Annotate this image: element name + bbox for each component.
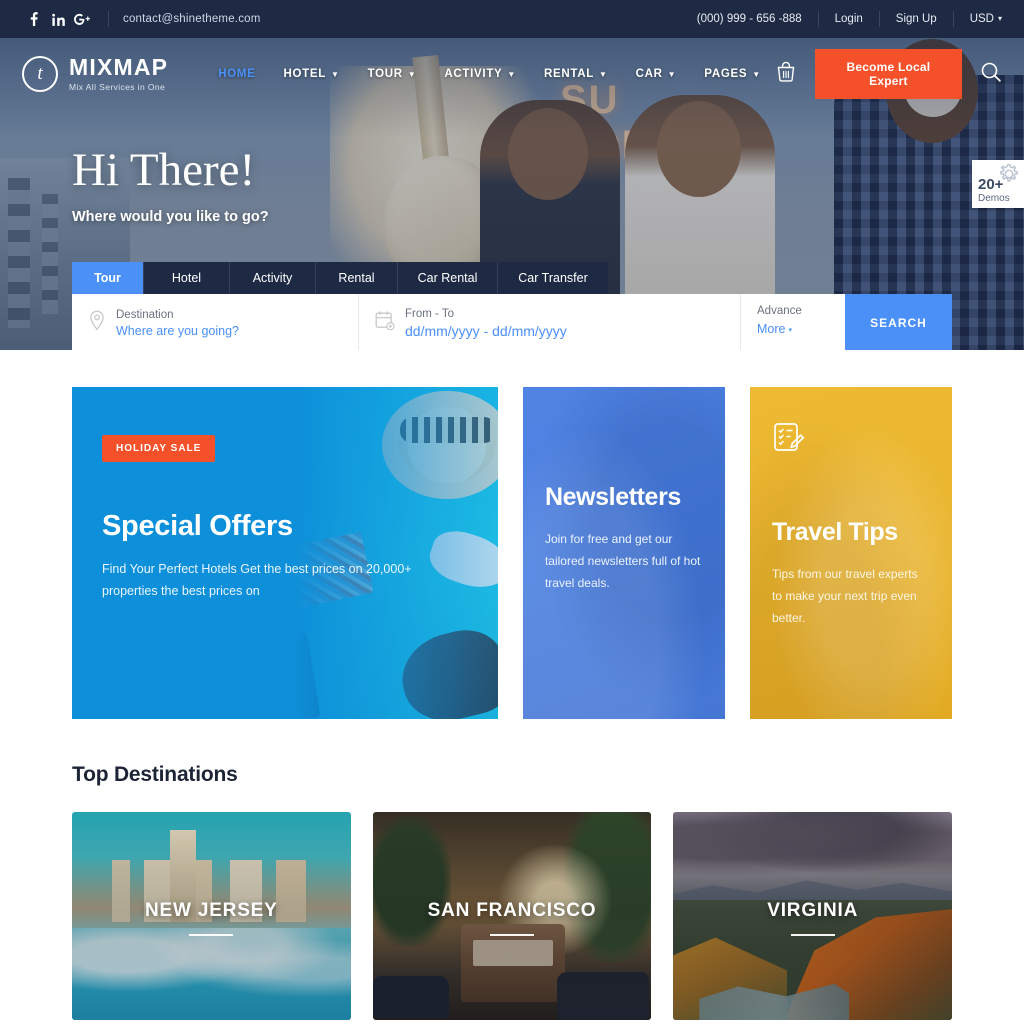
destination-card-san-francisco[interactable]: SAN FRANCISCO — [372, 812, 652, 1020]
hero-banner: SUUDIO t MIXMAP Mix All Services in One … — [0, 38, 1024, 350]
facebook-icon[interactable] — [22, 12, 46, 26]
search-tabs: Tour Hotel Activity Rental Car Rental Ca… — [72, 262, 952, 294]
divider — [817, 11, 819, 27]
travel-tips-title: Travel Tips — [771, 518, 898, 546]
divider — [108, 11, 109, 27]
signup-link[interactable]: Sign Up — [896, 13, 937, 25]
destination-card-virginia[interactable]: VIRGINIA — [673, 812, 953, 1020]
logo-tagline: Mix All Services in One — [69, 82, 166, 92]
destination-name: SAN FRANCISCO — [427, 900, 597, 921]
destination-label: Destination — [116, 308, 174, 321]
search-widget: Tour Hotel Activity Rental Car Rental Ca… — [72, 262, 952, 350]
main-navigation: HOME HOTEL ▼ TOUR ▼ ACTIVITY ▼ RENTAL ▼ CAR ▼… — [204, 68, 775, 80]
promo-cards: HOLIDAY SALE Special Offers Find Your Pe… — [0, 387, 1024, 719]
top-destinations-grid: NEW JERSEY SAN FRANCISCO VIRGINIA — [0, 812, 1024, 1020]
tab-tour[interactable]: Tour — [72, 262, 144, 294]
hero-title: Hi There! — [72, 144, 256, 196]
top-bar-right: (000) 999 - 656 -888 Login Sign Up USD ▾ — [697, 11, 1002, 27]
divider — [878, 11, 880, 27]
travel-tips-text: Tips from our travel experts to make you… — [771, 567, 918, 626]
search-button[interactable]: SEARCH — [845, 294, 952, 350]
site-logo[interactable]: t MIXMAP Mix All Services in One — [22, 56, 168, 92]
tab-car-rental[interactable]: Car Rental — [398, 262, 498, 294]
tab-car-transfer[interactable]: Car Transfer — [498, 262, 608, 294]
chevron-down-icon: ▼ — [331, 70, 340, 79]
nav-item-rental[interactable]: RENTAL ▼ — [530, 68, 622, 80]
title-underline — [490, 934, 534, 936]
advance-field[interactable]: Advance More ▾ — [741, 294, 845, 350]
tab-hotel[interactable]: Hotel — [144, 262, 230, 294]
chevron-down-icon: ▼ — [599, 70, 608, 79]
tab-rental[interactable]: Rental — [316, 262, 398, 294]
newsletters-text: Join for free and get our tailored newsl… — [544, 532, 701, 591]
logo-mark-icon: t — [22, 56, 58, 92]
chevron-down-icon: ▼ — [407, 70, 417, 79]
destination-card-new-jersey[interactable]: NEW JERSEY — [72, 812, 351, 1020]
newsletters-title: Newsletters — [544, 483, 681, 511]
nav-item-hotel[interactable]: HOTEL ▼ — [270, 68, 354, 80]
top-destinations-heading: Top Destinations — [72, 763, 238, 786]
search-form: Destination Where are you going? From - … — [72, 294, 952, 350]
date-range-label: From - To — [405, 307, 454, 320]
become-local-expert-button[interactable]: Become Local Expert — [814, 49, 962, 99]
contact-email[interactable]: contact@shinetheme.com — [123, 13, 261, 25]
destination-name: NEW JERSEY — [145, 900, 278, 921]
currency-selector[interactable]: USD ▾ — [970, 13, 1002, 25]
googleplus-icon[interactable] — [70, 13, 94, 26]
logo-name: MIXMAP — [69, 54, 169, 80]
linkedin-icon[interactable] — [46, 13, 70, 26]
site-header: t MIXMAP Mix All Services in One HOME HO… — [0, 38, 1024, 110]
checklist-edit-icon — [772, 421, 930, 460]
chevron-down-icon: ▾ — [788, 326, 792, 334]
hero-subtitle: Where would you like to go? — [72, 209, 269, 226]
top-bar-left: contact@shinetheme.com — [22, 11, 261, 27]
advance-label: Advance — [757, 305, 802, 317]
top-bar: contact@shinetheme.com (000) 999 - 656 -… — [0, 0, 1024, 38]
header-actions: Become Local Expert — [775, 49, 1002, 99]
divider — [952, 11, 954, 27]
holiday-sale-badge: HOLIDAY SALE — [102, 435, 216, 462]
search-icon[interactable] — [980, 61, 1002, 88]
nav-item-activity[interactable]: ACTIVITY ▼ — [430, 68, 530, 80]
gear-icon — [998, 163, 1020, 190]
demos-badge[interactable]: 20+ Demos — [972, 160, 1024, 208]
chevron-down-icon: ▼ — [667, 70, 677, 79]
nav-item-pages[interactable]: PAGES ▼ — [690, 68, 775, 80]
destination-field[interactable]: Destination Where are you going? — [72, 294, 359, 350]
advance-more-toggle[interactable]: More ▾ — [757, 322, 829, 336]
special-offers-text: Find Your Perfect Hotels Get the best pr… — [102, 562, 412, 598]
promo-card-travel-tips[interactable]: Travel Tips Tips from our travel experts… — [749, 387, 953, 719]
chevron-down-icon: ▼ — [507, 70, 517, 79]
date-range-input[interactable]: dd/mm/yyyy - dd/mm/yyyy — [405, 323, 567, 339]
hero-text-block: Hi There! Where would you like to go? — [72, 144, 269, 226]
tab-activity[interactable]: Activity — [230, 262, 316, 294]
nav-item-tour[interactable]: TOUR ▼ — [354, 68, 431, 80]
login-link[interactable]: Login — [835, 13, 863, 25]
nav-item-car[interactable]: CAR ▼ — [622, 68, 691, 80]
location-pin-icon — [88, 310, 106, 337]
phone-number[interactable]: (000) 999 - 656 -888 — [697, 13, 802, 25]
destination-input[interactable]: Where are you going? — [116, 324, 239, 338]
calendar-icon — [375, 310, 395, 336]
cart-icon[interactable] — [775, 61, 797, 88]
destination-name: VIRGINIA — [767, 900, 859, 921]
chevron-down-icon: ▼ — [752, 70, 761, 79]
special-offers-title: Special Offers — [102, 510, 293, 542]
title-underline — [189, 934, 234, 936]
chevron-down-icon: ▾ — [997, 14, 1002, 24]
promo-card-newsletters[interactable]: Newsletters Join for free and get our ta… — [522, 387, 725, 719]
title-underline — [790, 934, 835, 936]
demos-label: Demos — [978, 193, 1010, 204]
nav-item-home[interactable]: HOME — [204, 68, 269, 80]
promo-card-special-offers[interactable]: HOLIDAY SALE Special Offers Find Your Pe… — [72, 387, 498, 719]
date-range-field[interactable]: From - To dd/mm/yyyy - dd/mm/yyyy — [359, 294, 741, 350]
